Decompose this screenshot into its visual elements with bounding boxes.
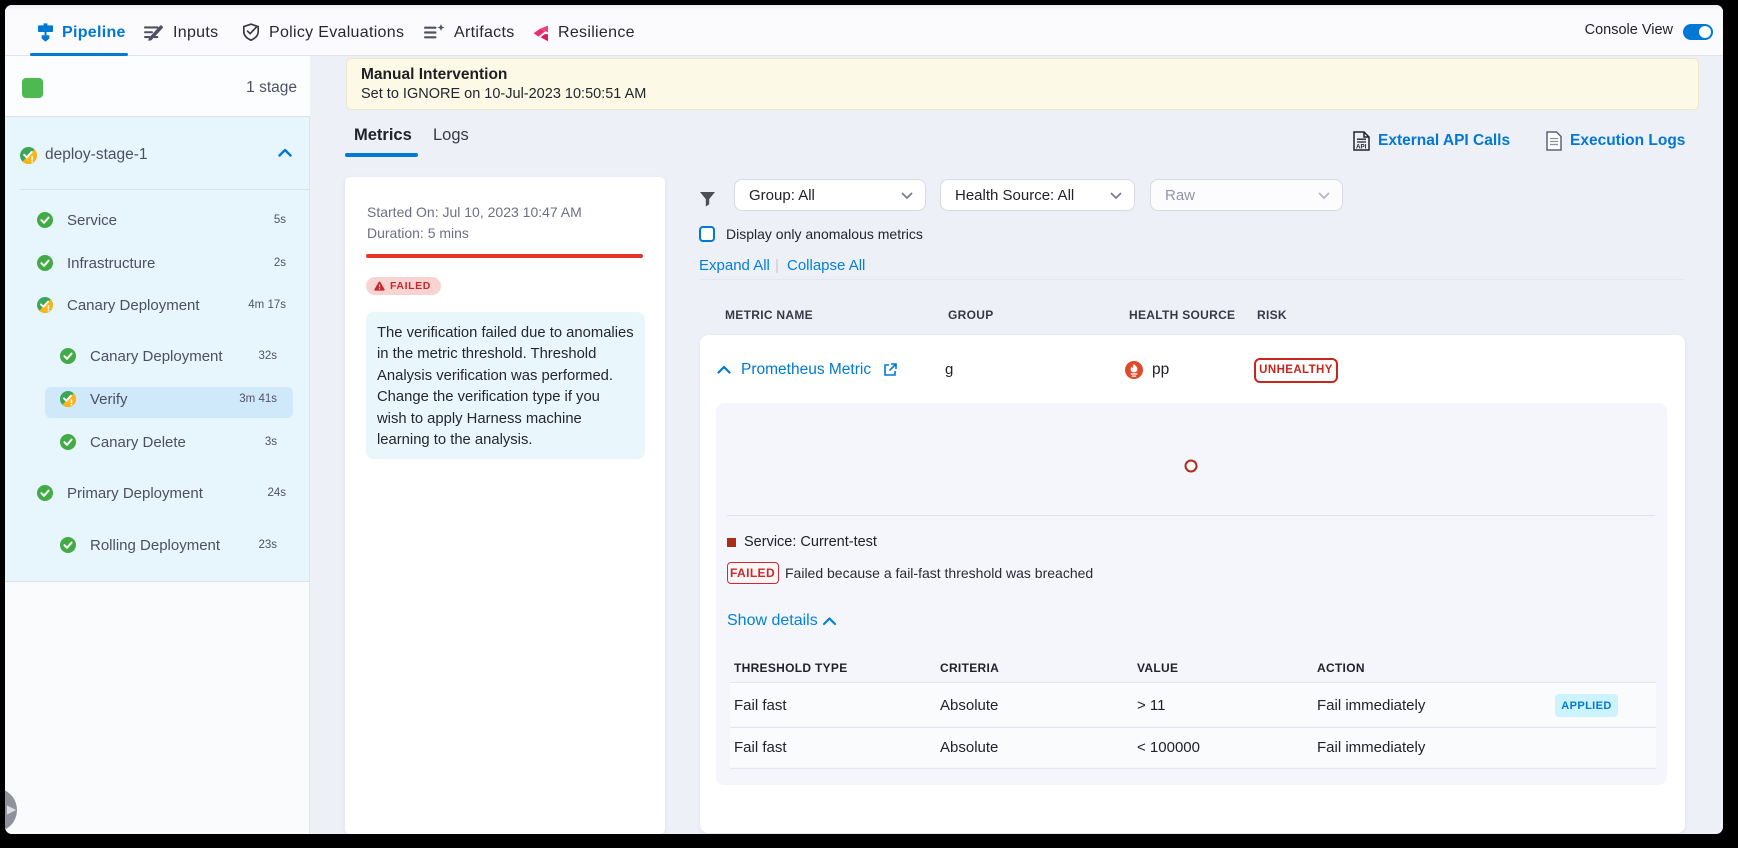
svg-text:API: API — [1356, 143, 1367, 150]
